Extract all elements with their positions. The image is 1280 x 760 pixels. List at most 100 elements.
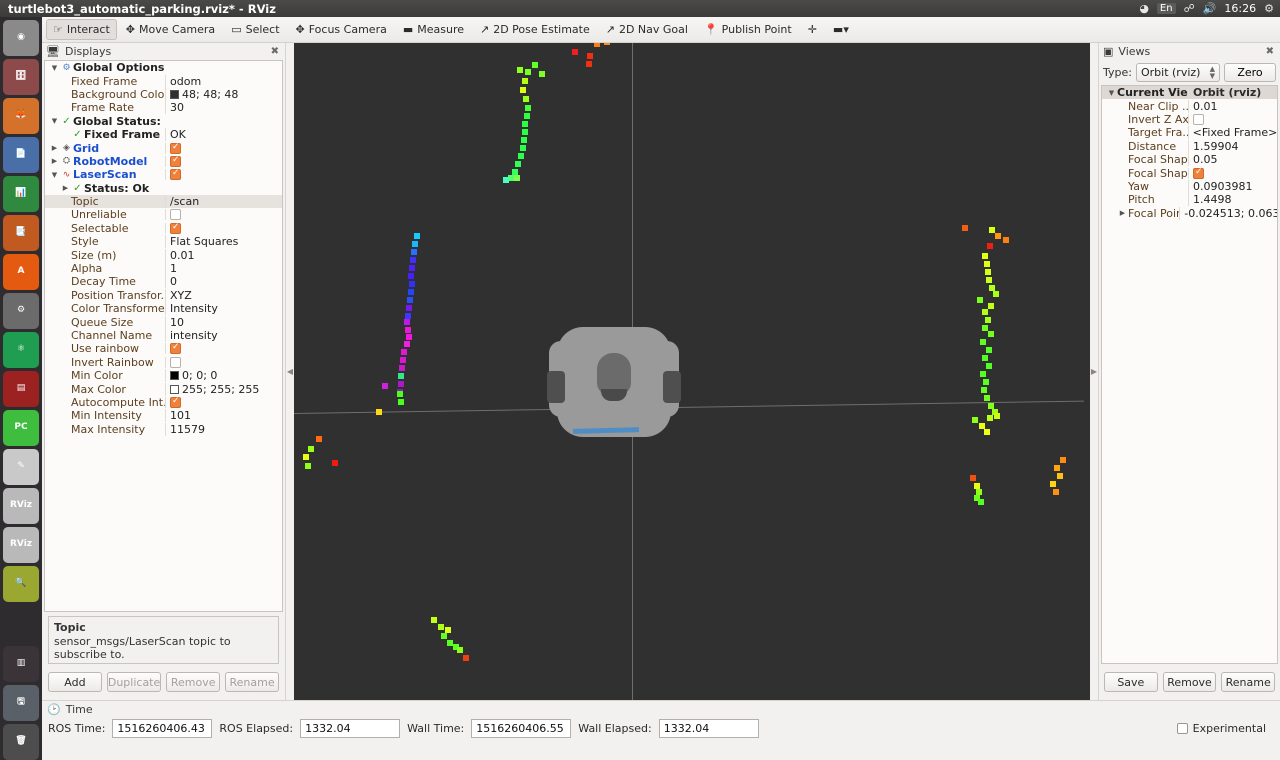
clock-indicator[interactable]: 16:26	[1224, 2, 1256, 15]
invert-z-axis-value-cell[interactable]	[1188, 113, 1277, 125]
tree-row-laserscan-invert-rainbow[interactable]: Invert Rainbow	[45, 356, 282, 369]
close-icon[interactable]: ✖	[1264, 46, 1276, 57]
launcher-item-ubuntu-software[interactable]: A	[3, 254, 39, 290]
laserscan-queue-size-value-cell[interactable]: 10	[165, 315, 282, 329]
frame-rate-value-cell[interactable]: 30	[165, 101, 282, 115]
tree-row-laserscan-selectable[interactable]: Selectable	[45, 222, 282, 235]
tree-row-laserscan-status[interactable]: ▶ ✓ Status: Ok	[45, 182, 282, 195]
laserscan-selectable-value-cell[interactable]	[165, 222, 282, 234]
launcher-item-usb-device[interactable]: 🖫	[3, 685, 39, 721]
add-tool-button[interactable]: ✛	[801, 20, 824, 39]
bluetooth-icon[interactable]: ☍	[1184, 3, 1195, 14]
ros-time-field[interactable]: 1516260406.43	[112, 719, 213, 738]
laserscan-size-value-cell[interactable]: 0.01	[165, 248, 282, 262]
display-robotmodel-checkbox[interactable]	[170, 155, 181, 167]
pose-estimate-tool[interactable]: ↗ 2D Pose Estimate	[473, 19, 597, 40]
tree-row-laserscan-unreliable[interactable]: Unreliable	[45, 208, 282, 221]
display-laserscan-value-cell[interactable]	[165, 169, 282, 181]
nav-goal-tool[interactable]: ↗ 2D Nav Goal	[599, 19, 695, 40]
display-grid-value-cell[interactable]	[165, 142, 282, 154]
launcher-item-atom-editor[interactable]: ⚛	[3, 332, 39, 368]
laserscan-max-color-value-cell[interactable]: 255; 255; 255	[165, 382, 282, 396]
tree-row-target-frame[interactable]: Target Fra... <Fixed Frame>	[1102, 126, 1277, 140]
laserscan-min-color-color-swatch[interactable]	[170, 371, 179, 381]
tree-row-laserscan-color-transformer[interactable]: Color Transformer Intensity	[45, 302, 282, 316]
interact-tool[interactable]: ☞ Interact	[46, 19, 117, 40]
current-view-header-value-cell[interactable]: Orbit (rviz)	[1188, 86, 1277, 100]
target-frame-value-cell[interactable]: <Fixed Frame>	[1187, 126, 1277, 140]
measure-tool[interactable]: ▬ Measure	[396, 19, 471, 40]
focus-camera-tool[interactable]: ✥ Focus Camera	[289, 19, 394, 40]
laserscan-color-transformer-value-cell[interactable]: Intensity	[165, 302, 282, 316]
laserscan-alpha-value-cell[interactable]: 1	[165, 262, 282, 276]
laserscan-channel-name-value-cell[interactable]: intensity	[165, 329, 282, 342]
pitch-value-cell[interactable]: 1.4498	[1188, 193, 1277, 207]
launcher-item-workspace-switcher[interactable]: ▥	[3, 646, 39, 682]
view-type-select[interactable]: Orbit (rviz) ▲ ▼	[1135, 63, 1220, 82]
displays-property-tree[interactable]: ▼ ⚙ Global Options Fixed Frame odom Backgroun…	[44, 60, 283, 612]
tree-row-laserscan-alpha[interactable]: Alpha 1	[45, 262, 282, 276]
display-laserscan-checkbox[interactable]	[170, 169, 181, 181]
wall-elapsed-field[interactable]: 1332.04	[658, 719, 759, 738]
chevron-down-icon[interactable]: ▼	[1106, 89, 1117, 97]
tree-row-yaw[interactable]: Yaw 0.0903981	[1102, 179, 1277, 193]
launcher-item-trash[interactable]: 🗑	[3, 724, 39, 760]
tree-row-display-grid[interactable]: ▶ ◈ Grid	[45, 141, 282, 155]
launcher-item-libreoffice-impress[interactable]: 📑	[3, 215, 39, 251]
focal-shape-fixed-size-checkbox[interactable]	[1193, 167, 1204, 179]
tree-row-global-options[interactable]: ▼ ⚙ Global Options	[45, 61, 282, 74]
tree-row-global-status[interactable]: ▼✓Global Status: Ok	[45, 115, 282, 128]
laserscan-style-value-cell[interactable]: Flat Squares	[165, 235, 282, 249]
move-camera-tool[interactable]: ✥ Move Camera	[119, 19, 222, 40]
focal-point-value-cell[interactable]: -0.024513; 0.063...	[1179, 206, 1277, 220]
laserscan-decay-time-value-cell[interactable]: 0	[165, 275, 282, 289]
laserscan-autocompute-intensity-value-cell[interactable]	[165, 396, 282, 408]
tree-row-invert-z-axis[interactable]: Invert Z Axis	[1102, 113, 1277, 126]
tree-row-laserscan-decay-time[interactable]: Decay Time 0	[45, 275, 282, 289]
tree-row-background-color[interactable]: Background Color 48; 48; 48	[45, 87, 282, 101]
tree-row-laserscan-queue-size[interactable]: Queue Size 10	[45, 315, 282, 329]
volume-icon[interactable]: 🔊	[1203, 3, 1217, 14]
ros-elapsed-field[interactable]: 1332.04	[300, 719, 401, 738]
launcher-item-rviz-window-1[interactable]: RViz	[3, 488, 39, 524]
distance-value-cell[interactable]: 1.59904	[1188, 139, 1277, 153]
chevron-right-icon[interactable]: ▶	[1117, 209, 1128, 217]
close-icon[interactable]: ✖	[269, 46, 281, 57]
gear-icon[interactable]: ⚙	[1264, 3, 1274, 14]
tree-row-display-laserscan[interactable]: ▼ ∿ LaserScan	[45, 168, 282, 181]
zero-view-button[interactable]: Zero	[1224, 63, 1276, 82]
launcher-item-ubuntu-dash[interactable]: ◉	[3, 20, 39, 56]
wall-time-field[interactable]: 1516260406.55	[471, 719, 572, 738]
select-tool[interactable]: ▭ Select	[224, 19, 286, 40]
tree-row-laserscan-position-transformer[interactable]: Position Transfor... XYZ	[45, 288, 282, 302]
rviz-3d-viewport[interactable]	[294, 43, 1090, 700]
laserscan-invert-rainbow-value-cell[interactable]	[165, 356, 282, 368]
chevron-right-icon[interactable]: ▶	[60, 184, 71, 192]
tree-row-distance[interactable]: Distance 1.59904	[1102, 139, 1277, 153]
tree-row-laserscan-min-intensity[interactable]: Min Intensity 101	[45, 409, 282, 423]
invert-z-axis-checkbox[interactable]	[1193, 113, 1204, 125]
tree-row-laserscan-use-rainbow[interactable]: Use rainbow	[45, 342, 282, 355]
right-splitter-handle[interactable]: ▶	[1090, 43, 1098, 700]
laserscan-topic-value-cell[interactable]: /scan	[165, 195, 282, 209]
global-status-fixed-frame-value-cell[interactable]: OK	[165, 128, 282, 142]
save-view-button[interactable]: Save	[1104, 672, 1158, 692]
launcher-item-files[interactable]: 🗄	[3, 59, 39, 95]
tree-row-current-view-header[interactable]: ▼Current View Orbit (rviz)	[1102, 86, 1277, 100]
fixed-frame-value-cell[interactable]: odom	[165, 74, 282, 88]
chevron-down-icon[interactable]: ▼	[49, 64, 60, 72]
background-color-value-cell[interactable]: 48; 48; 48	[165, 87, 282, 101]
laserscan-unreliable-checkbox[interactable]	[170, 209, 181, 221]
laserscan-use-rainbow-value-cell[interactable]	[165, 343, 282, 355]
tree-row-focal-shape-size[interactable]: Focal Shap... 0.05	[1102, 153, 1277, 167]
experimental-checkbox[interactable]	[1176, 723, 1188, 734]
laserscan-unreliable-value-cell[interactable]	[165, 209, 282, 221]
tree-row-pitch[interactable]: Pitch 1.4498	[1102, 193, 1277, 207]
laserscan-autocompute-intensity-checkbox[interactable]	[170, 396, 181, 408]
focal-shape-size-value-cell[interactable]: 0.05	[1188, 153, 1277, 167]
laserscan-max-color-color-swatch[interactable]	[170, 384, 179, 394]
tree-row-laserscan-topic[interactable]: Topic/scan	[45, 194, 282, 209]
tree-row-laserscan-size[interactable]: Size (m) 0.01	[45, 248, 282, 262]
add-display-button[interactable]: Add	[48, 672, 102, 692]
tree-row-laserscan-max-intensity[interactable]: Max Intensity 11579	[45, 422, 282, 436]
